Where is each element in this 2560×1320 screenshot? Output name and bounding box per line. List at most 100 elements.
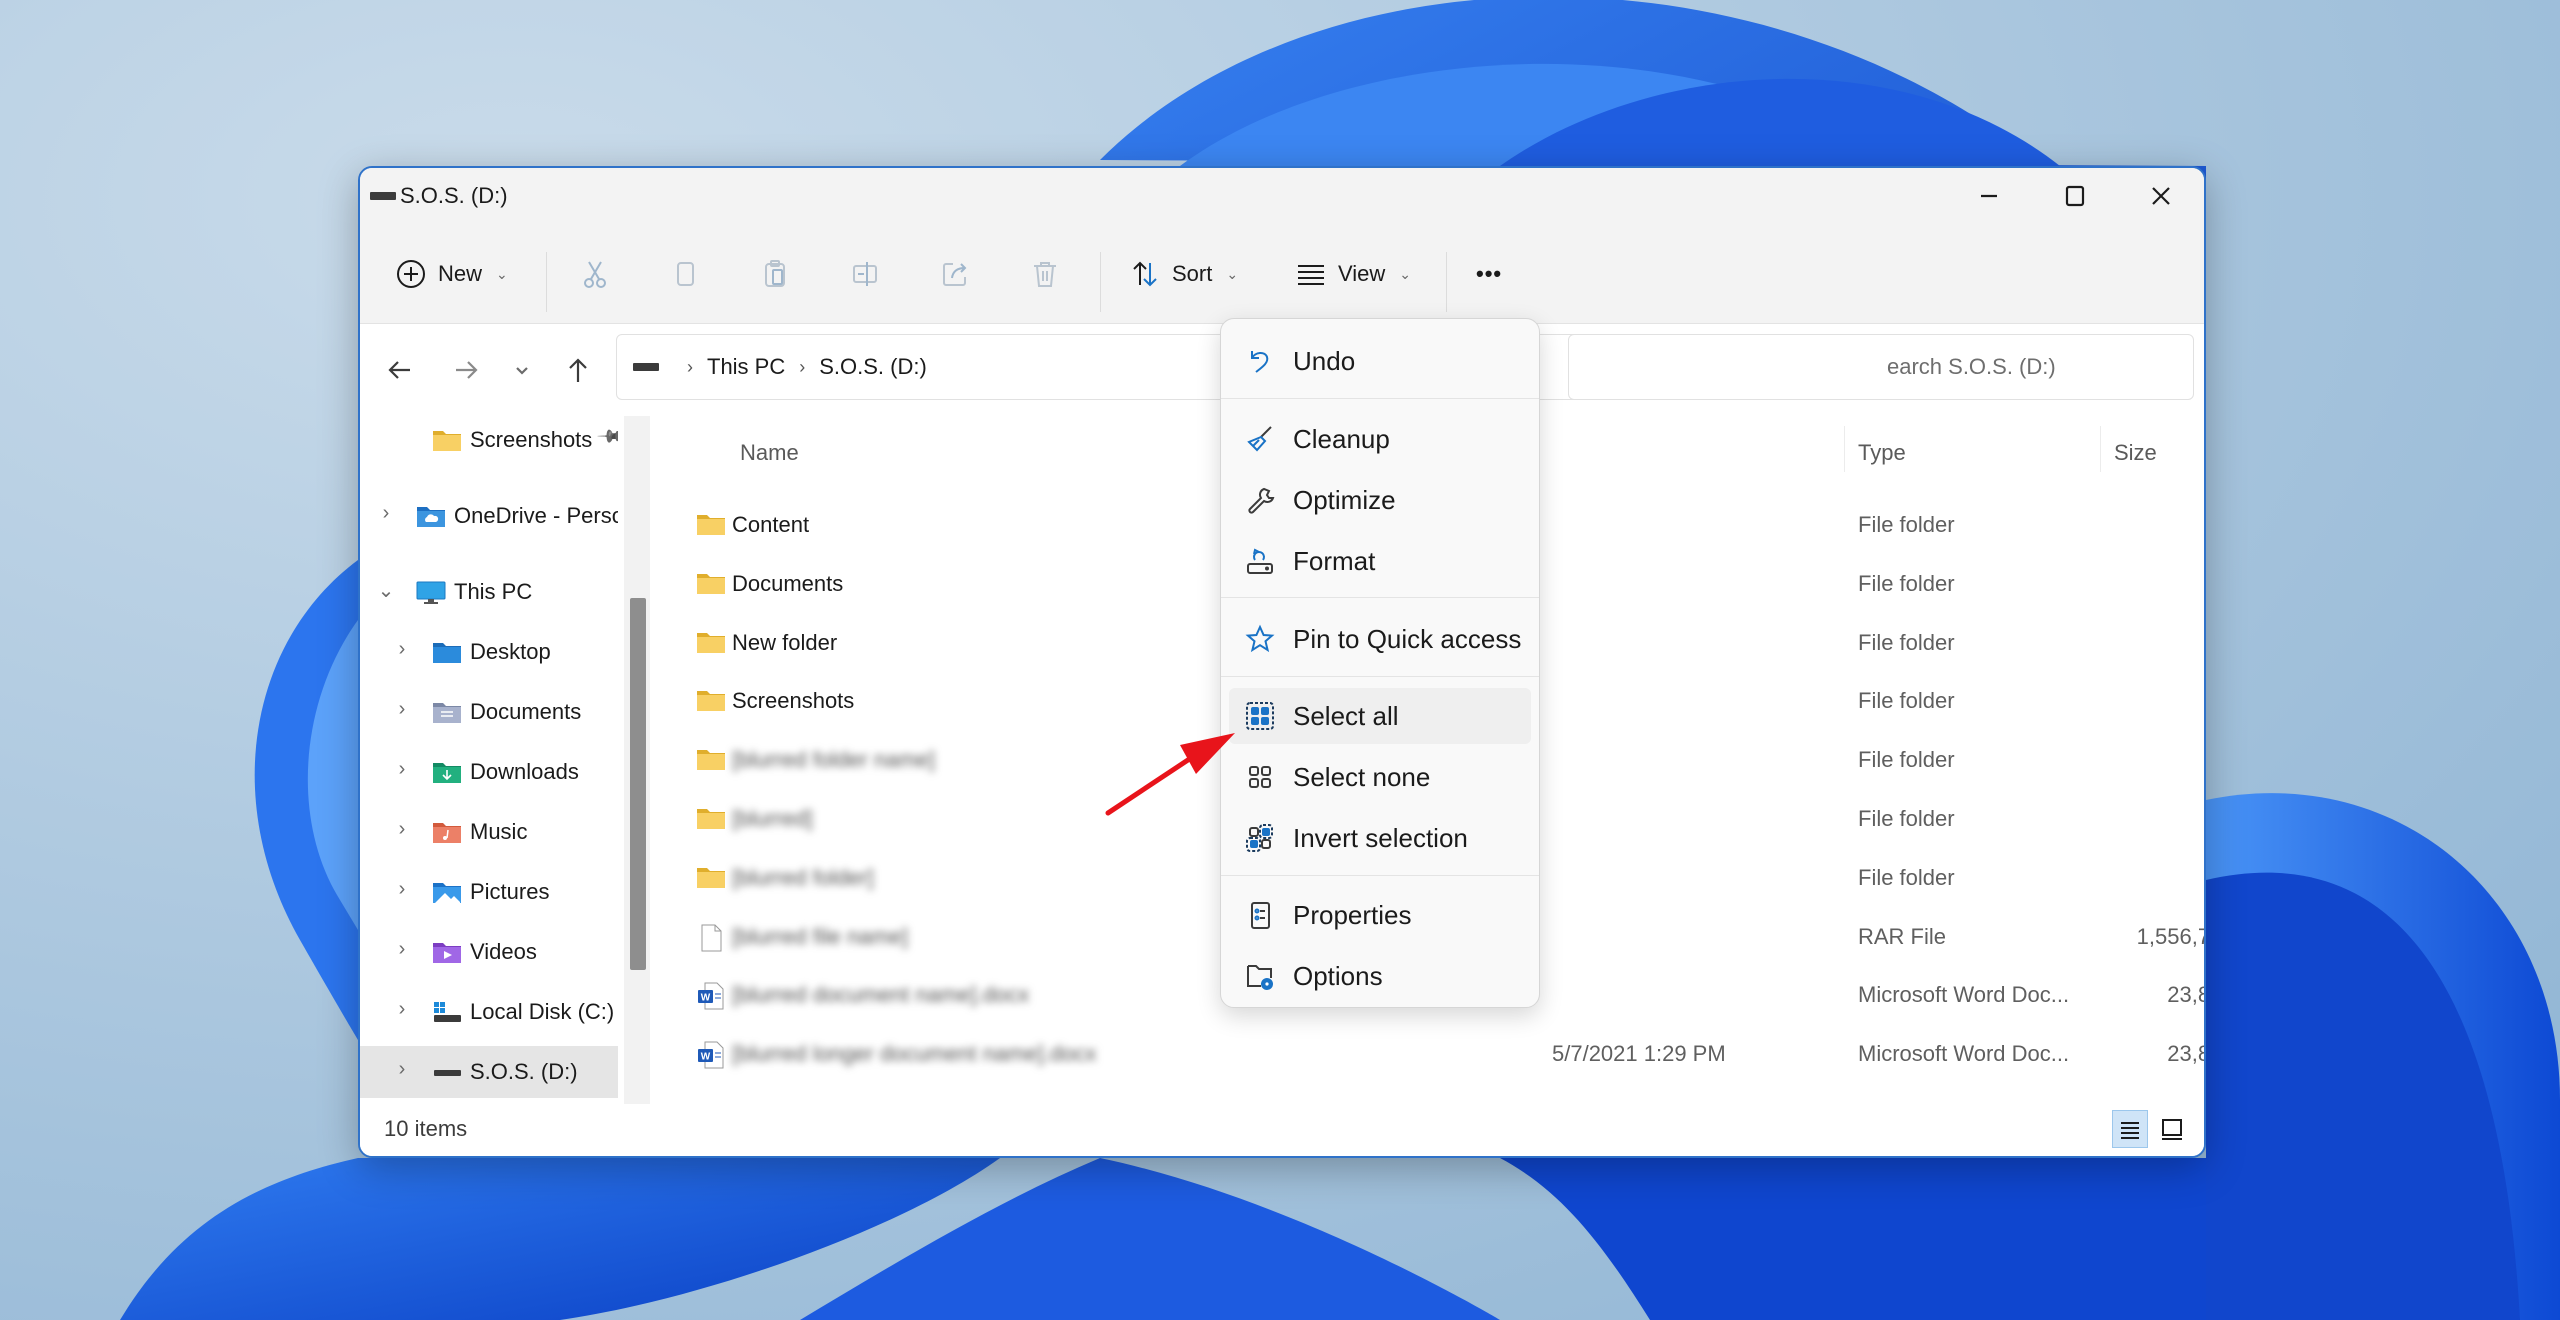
file-size: 1,556,703 KB	[2136, 923, 2204, 949]
breadcrumb-this-pc[interactable]: This PC	[707, 354, 785, 380]
toolbar-divider	[1446, 252, 1447, 312]
maximize-button[interactable]	[2032, 168, 2118, 224]
file-name: [blurred folder name]	[732, 747, 935, 773]
menu-item-label: Select all	[1293, 700, 1399, 731]
search-input[interactable]: earch S.O.S. (D:)	[1568, 334, 2194, 400]
chevron-right-icon[interactable]: ›	[392, 938, 412, 961]
list-view-icon	[1294, 257, 1328, 291]
toolbar-divider	[546, 252, 547, 312]
menu-item-select-none[interactable]: Select none	[1229, 749, 1531, 805]
nav-item-label: This PC	[454, 579, 533, 604]
column-header-name[interactable]: Name	[740, 440, 799, 466]
format-drive-icon	[1243, 544, 1277, 578]
nav-item-downloads[interactable]: › Downloads	[360, 746, 618, 798]
details-view-button[interactable]	[2112, 1110, 2148, 1148]
file-row[interactable]: W [blurred longer document name].docx 5/7/…	[660, 1027, 2204, 1083]
file-name: [blurred document name].docx	[732, 982, 1030, 1008]
large-icons-view-icon	[2162, 1119, 2182, 1140]
chevron-right-icon[interactable]: ›	[392, 998, 412, 1021]
nav-item-onedrive-perso[interactable]: › OneDrive - Perso	[360, 490, 618, 542]
menu-item-invert-selection[interactable]: Invert selection	[1229, 810, 1531, 866]
forward-button[interactable]	[444, 348, 488, 392]
minimize-button[interactable]	[1946, 168, 2032, 224]
file-type: File folder	[1858, 864, 1955, 890]
nav-item-this-pc[interactable]: ⌄ This PC	[360, 566, 618, 618]
nav-item-music[interactable]: › Music	[360, 806, 618, 858]
select-none-icon	[1243, 760, 1277, 794]
nav-item-desktop[interactable]: › Desktop	[360, 626, 618, 678]
menu-separator	[1221, 875, 1539, 876]
nav-item-documents[interactable]: › Documents	[360, 686, 618, 738]
folder-icon	[696, 688, 726, 714]
recent-locations-button[interactable]	[500, 348, 544, 392]
nav-item-videos[interactable]: › Videos	[360, 926, 618, 978]
menu-item-pin-to-quick-access[interactable]: Pin to Quick access	[1229, 611, 1531, 667]
nav-item-local-disk-c[interactable]: › Local Disk (C:)	[360, 986, 618, 1038]
chevron-right-icon[interactable]: ›	[392, 758, 412, 781]
breadcrumb-sos-drive[interactable]: S.O.S. (D:)	[819, 354, 927, 380]
menu-item-properties[interactable]: Properties	[1229, 887, 1531, 943]
chevron-right-icon[interactable]: ›	[392, 818, 412, 841]
rename-button[interactable]	[848, 250, 882, 298]
column-divider[interactable]	[2100, 426, 2101, 472]
plus-circle-icon	[394, 257, 428, 291]
chevron-right-icon[interactable]: ›	[392, 878, 412, 901]
chevron-right-icon[interactable]: ›	[392, 638, 412, 661]
status-bar: 10 items	[360, 1104, 2204, 1156]
folder-icon	[696, 571, 726, 597]
menu-item-cleanup[interactable]: Cleanup	[1229, 411, 1531, 467]
documents-folder-icon	[432, 700, 462, 724]
star-icon	[1243, 622, 1277, 656]
share-icon	[938, 257, 972, 291]
view-button[interactable]: View ⌄	[1294, 250, 1411, 298]
column-divider[interactable]	[1844, 426, 1845, 472]
share-button[interactable]	[938, 250, 972, 298]
word-document-icon: W	[696, 1041, 726, 1069]
column-header-size[interactable]: Size	[2114, 440, 2157, 466]
nav-item-s-o-s-d[interactable]: › S.O.S. (D:)	[360, 1046, 618, 1098]
close-button[interactable]	[2118, 168, 2204, 224]
paste-button[interactable]	[758, 250, 792, 298]
back-button[interactable]	[378, 348, 422, 392]
delete-button[interactable]	[1028, 250, 1062, 298]
menu-item-format[interactable]: Format	[1229, 533, 1531, 589]
nav-item-screenshots[interactable]: Screenshots 📌	[360, 414, 618, 466]
sort-button[interactable]: Sort ⌄	[1128, 250, 1238, 298]
new-button[interactable]: New ⌄	[394, 250, 508, 298]
undo-icon	[1243, 344, 1277, 378]
chevron-right-icon[interactable]: ›	[392, 1058, 412, 1081]
column-header-type[interactable]: Type	[1858, 440, 1906, 466]
nav-item-pictures[interactable]: › Pictures	[360, 866, 618, 918]
folder-icon	[696, 806, 726, 832]
chevron-right-icon[interactable]: ›	[376, 502, 396, 525]
system-drive-icon	[432, 1000, 462, 1024]
properties-icon	[1243, 898, 1277, 932]
chevron-down-icon[interactable]: ⌄	[376, 578, 396, 603]
chevron-right-icon[interactable]: ›	[392, 698, 412, 721]
nav-item-label: Documents	[470, 699, 582, 724]
nav-scrollbar-thumb[interactable]	[630, 598, 646, 970]
file-type: File folder	[1858, 512, 1955, 537]
large-icons-view-button[interactable]	[2154, 1110, 2190, 1148]
folder-icon	[696, 747, 726, 773]
see-more-button[interactable]: •••	[1476, 250, 1502, 298]
wrench-icon	[1243, 483, 1277, 517]
menu-item-select-all[interactable]: Select all	[1229, 688, 1531, 744]
file-type: File folder	[1858, 747, 1955, 773]
menu-item-optimize[interactable]: Optimize	[1229, 472, 1531, 528]
more-icon: •••	[1476, 261, 1503, 286]
copy-button[interactable]	[668, 250, 702, 298]
chevron-down-icon: ⌄	[496, 265, 508, 282]
up-button[interactable]	[556, 348, 600, 392]
search-placeholder: earch S.O.S. (D:)	[1887, 354, 2056, 379]
chevron-down-icon: ⌄	[1399, 265, 1412, 282]
menu-item-label: Invert selection	[1293, 822, 1468, 853]
menu-item-options[interactable]: Options	[1229, 948, 1531, 1004]
item-count: 10 items	[384, 1116, 468, 1141]
menu-item-undo[interactable]: Undo	[1229, 333, 1531, 389]
folder-icon	[696, 512, 726, 538]
folder-icon	[432, 428, 462, 452]
cut-button[interactable]	[578, 250, 612, 298]
svg-text:W: W	[701, 993, 711, 1004]
nav-item-label: Pictures	[470, 879, 550, 904]
